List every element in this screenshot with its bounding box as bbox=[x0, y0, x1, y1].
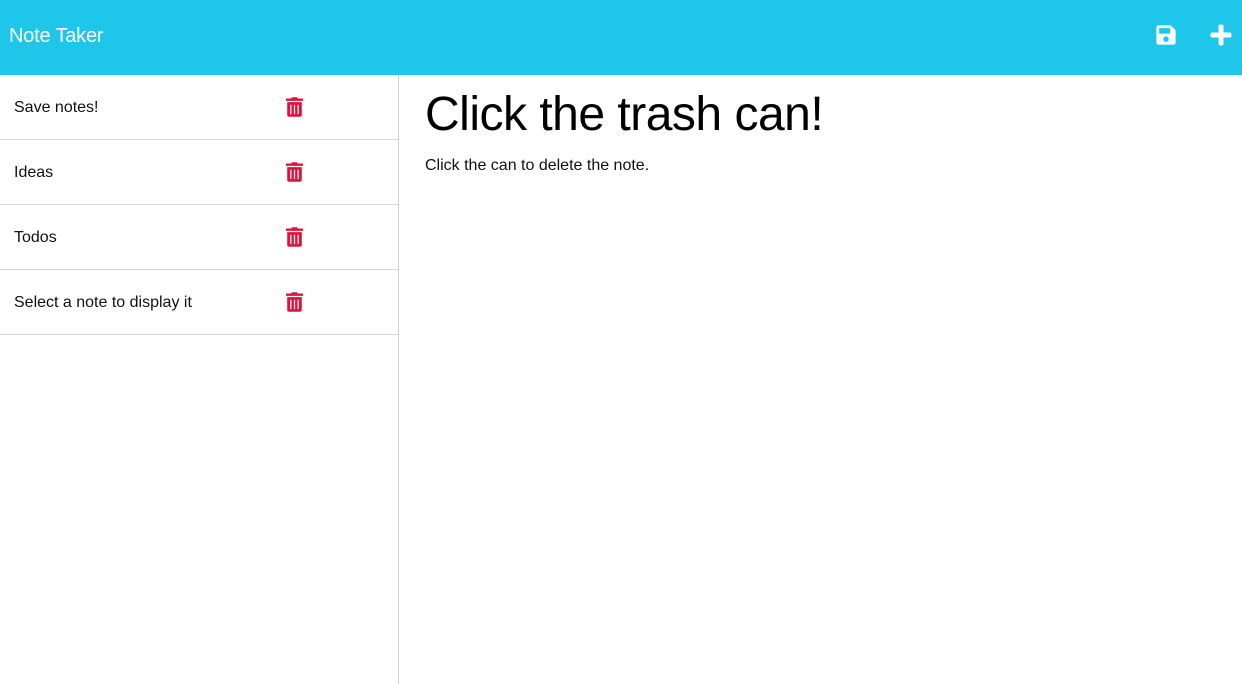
note-item-title: Ideas bbox=[14, 164, 54, 181]
note-list-item[interactable]: Select a note to display it bbox=[0, 270, 398, 335]
note-textarea[interactable]: Click the can to delete the note. bbox=[425, 156, 649, 175]
note-list-item[interactable]: Ideas bbox=[0, 140, 398, 205]
navbar: Note Taker bbox=[0, 0, 1242, 75]
trash-icon[interactable] bbox=[286, 292, 303, 312]
note-item-title: Save notes! bbox=[14, 99, 99, 116]
note-list: Save notes! Ideas Todos Select a note to… bbox=[0, 75, 398, 335]
note-item-title: Todos bbox=[14, 229, 57, 246]
note-editor: Click the trash can! Click the can to de… bbox=[399, 75, 1242, 684]
trash-icon[interactable] bbox=[286, 97, 303, 117]
note-title[interactable]: Click the trash can! bbox=[425, 87, 824, 143]
floppy-disk-icon bbox=[1155, 24, 1177, 46]
trash-icon[interactable] bbox=[286, 162, 303, 182]
new-note-button[interactable] bbox=[1208, 22, 1234, 48]
trash-icon[interactable] bbox=[286, 227, 303, 247]
note-list-item[interactable]: Todos bbox=[0, 205, 398, 270]
app-title: Note Taker bbox=[9, 25, 104, 47]
note-item-title: Select a note to display it bbox=[14, 294, 192, 311]
notes-sidebar: Save notes! Ideas Todos Select a note to… bbox=[0, 75, 399, 684]
save-note-button[interactable] bbox=[1153, 22, 1179, 48]
plus-icon bbox=[1209, 23, 1233, 47]
note-list-item[interactable]: Save notes! bbox=[0, 75, 398, 140]
